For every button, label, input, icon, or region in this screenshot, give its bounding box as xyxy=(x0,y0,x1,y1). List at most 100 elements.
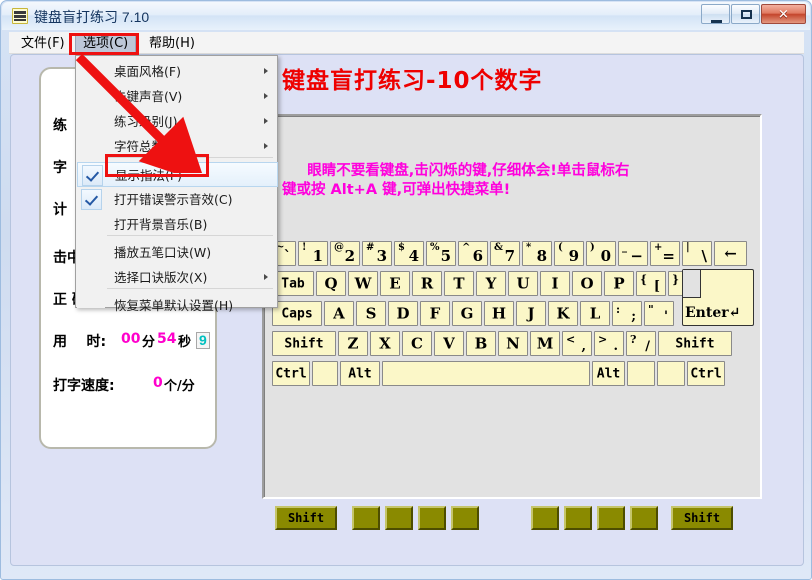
key-home-6[interactable]: H xyxy=(484,301,514,326)
key-qwerty-7[interactable]: U xyxy=(508,271,538,296)
dropdown-item-10[interactable]: 恢复菜单默认设置(H) xyxy=(77,293,278,318)
key-home-1[interactable]: A xyxy=(324,301,354,326)
key-home-9[interactable]: L xyxy=(580,301,610,326)
key-num-1[interactable]: !1 xyxy=(298,241,328,266)
key-home-5[interactable]: G xyxy=(452,301,482,326)
close-button[interactable]: ✕ xyxy=(761,4,806,24)
key-qwerty-2[interactable]: W xyxy=(348,271,378,296)
key-label: ← xyxy=(724,246,737,261)
key-bottom-1[interactable] xyxy=(312,361,338,386)
title-bar[interactable]: 键盘盲打练习 7.10 ✕ xyxy=(2,2,810,30)
key-qwerty-6[interactable]: Y xyxy=(476,271,506,296)
time-seconds-unit: 秒 xyxy=(178,331,191,350)
key-num-9[interactable]: (9 xyxy=(554,241,584,266)
time-minutes: 00 xyxy=(121,331,140,347)
key-num-8[interactable]: *8 xyxy=(522,241,552,266)
key-label: H xyxy=(492,306,506,321)
key-num-10[interactable]: )0 xyxy=(586,241,616,266)
enter-key-notch xyxy=(683,270,701,298)
dropdown-item-1[interactable]: 桌面风格(F) xyxy=(77,59,278,84)
dropdown-item-2[interactable]: 击键声音(V) xyxy=(77,84,278,109)
chevron-right-icon xyxy=(264,118,268,124)
key-bottom-3[interactable] xyxy=(382,361,590,386)
minimize-button[interactable] xyxy=(701,4,730,24)
key-shift-10[interactable]: ?/ xyxy=(626,331,656,356)
key-bottom-4[interactable]: Alt xyxy=(592,361,625,386)
key-qwerty-9[interactable]: O xyxy=(572,271,602,296)
key-shift-0[interactable]: Shift xyxy=(272,331,336,356)
key-lower-symbol: − xyxy=(630,249,643,264)
key-num-3[interactable]: #3 xyxy=(362,241,392,266)
key-home-11[interactable]: "' xyxy=(644,301,674,326)
key-lower-symbol: = xyxy=(662,249,675,264)
key-label: D xyxy=(396,306,409,321)
menu-file[interactable]: 文件(F) xyxy=(13,34,73,53)
key-home-4[interactable]: F xyxy=(420,301,450,326)
dropdown-item-3[interactable]: 练习级别(J) xyxy=(77,109,278,134)
close-icon: ✕ xyxy=(778,8,789,21)
key-shift-7[interactable]: M xyxy=(530,331,560,356)
key-qwerty-8[interactable]: I xyxy=(540,271,570,296)
dropdown-item-label: 选择口诀版次(X) xyxy=(114,265,207,290)
key-shift-8[interactable]: <, xyxy=(562,331,592,356)
key-upper-symbol: ? xyxy=(630,334,636,345)
dropdown-item-label: 击键声音(V) xyxy=(114,84,182,109)
application-window: 键盘盲打练习 7.10 ✕ 文件(F) 选项(C) 帮助(H) xyxy=(0,0,812,580)
practice-panel: 眼睛不要看键盘,击闪烁的键,仔细体会!单击鼠标右 键或按 Alt+A 键,可弹出… xyxy=(262,114,762,499)
key-bottom-6[interactable] xyxy=(657,361,685,386)
key-home-7[interactable]: J xyxy=(516,301,546,326)
key-shift-9[interactable]: >. xyxy=(594,331,624,356)
key-num-11[interactable]: _− xyxy=(618,241,648,266)
keyboard-icon xyxy=(12,8,28,24)
time-seconds: 54 xyxy=(157,331,176,347)
key-num-4[interactable]: $4 xyxy=(394,241,424,266)
key-enter[interactable]: Enter↵ xyxy=(682,269,754,326)
time-label: 用 时: xyxy=(53,331,106,351)
key-num-7[interactable]: &7 xyxy=(490,241,520,266)
key-qwerty-0[interactable]: Tab xyxy=(272,271,314,296)
key-bottom-5[interactable] xyxy=(627,361,655,386)
key-qwerty-10[interactable]: P xyxy=(604,271,634,296)
key-num-6[interactable]: ^6 xyxy=(458,241,488,266)
key-label: U xyxy=(516,276,529,291)
key-shift-4[interactable]: V xyxy=(434,331,464,356)
key-home-2[interactable]: S xyxy=(356,301,386,326)
maximize-button[interactable] xyxy=(731,4,760,24)
key-shift-5[interactable]: B xyxy=(466,331,496,356)
key-bottom-7[interactable]: Ctrl xyxy=(687,361,725,386)
key-qwerty-3[interactable]: E xyxy=(380,271,410,296)
key-lower-symbol: 0 xyxy=(601,249,611,264)
key-qwerty-11[interactable]: {[ xyxy=(636,271,666,296)
key-qwerty-4[interactable]: R xyxy=(412,271,442,296)
key-bottom-0[interactable]: Ctrl xyxy=(272,361,310,386)
key-shift-6[interactable]: N xyxy=(498,331,528,356)
stat-label: 计 xyxy=(53,199,67,219)
key-num-14[interactable]: ← xyxy=(714,241,747,266)
key-num-5[interactable]: %5 xyxy=(426,241,456,266)
key-shift-3[interactable]: C xyxy=(402,331,432,356)
key-num-13[interactable]: |\ xyxy=(682,241,712,266)
key-home-8[interactable]: K xyxy=(548,301,578,326)
menu-help[interactable]: 帮助(H) xyxy=(141,34,203,53)
chevron-right-icon xyxy=(264,93,268,99)
key-num-2[interactable]: @2 xyxy=(330,241,360,266)
dropdown-item-9[interactable]: 选择口诀版次(X) xyxy=(77,265,278,290)
key-lower-symbol: / xyxy=(645,340,650,353)
key-num-12[interactable]: += xyxy=(650,241,680,266)
key-bottom-2[interactable]: Alt xyxy=(340,361,380,386)
key-home-0[interactable]: Caps xyxy=(272,301,322,326)
key-home-10[interactable]: :; xyxy=(612,301,642,326)
key-qwerty-5[interactable]: T xyxy=(444,271,474,296)
dropdown-item-7[interactable]: 打开背景音乐(B) xyxy=(77,212,278,237)
dropdown-item-6[interactable]: 打开错误警示音效(C) xyxy=(77,187,278,212)
key-shift-11[interactable]: Shift xyxy=(658,331,732,356)
key-label: Ctrl xyxy=(275,367,306,380)
window-title: 键盘盲打练习 7.10 xyxy=(34,7,149,27)
key-shift-2[interactable]: X xyxy=(370,331,400,356)
key-shift-1[interactable]: Z xyxy=(338,331,368,356)
dropdown-item-8[interactable]: 播放五笔口诀(W) xyxy=(77,240,278,265)
key-home-3[interactable]: D xyxy=(388,301,418,326)
key-qwerty-1[interactable]: Q xyxy=(316,271,346,296)
key-lower-symbol: 5 xyxy=(441,249,451,264)
key-upper-symbol: * xyxy=(526,243,531,253)
